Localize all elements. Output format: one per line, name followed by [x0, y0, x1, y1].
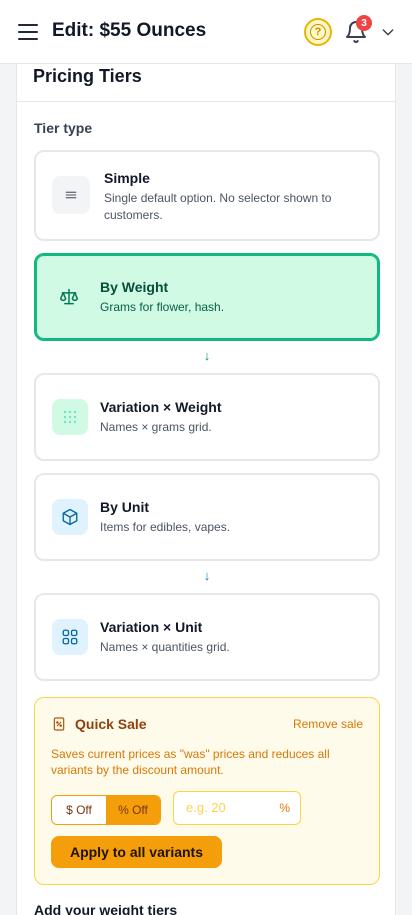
tag-document-icon	[53, 717, 65, 731]
arrow-down-icon: ↓	[203, 568, 211, 583]
tier-option-name: By Unit	[100, 499, 149, 515]
page-title: Edit: $55 Ounces	[52, 20, 207, 41]
tier-option-name: Variation × Unit	[100, 619, 203, 635]
arrow-down-icon: ↓	[203, 348, 211, 363]
weight-tiers-heading: Add your weight tiers	[34, 902, 178, 915]
question-icon: ?	[310, 24, 326, 40]
grid-squares-icon	[52, 619, 88, 655]
remove-sale-link[interactable]: Remove sale	[293, 717, 363, 731]
dollar-off-option[interactable]: $ Off	[52, 796, 106, 824]
quick-sale-description: Saves current prices as "was" prices and…	[51, 747, 330, 777]
scale-icon	[50, 278, 88, 316]
tier-option-name: Simple	[104, 170, 150, 186]
tier-option-description: Names × quantities grid.	[100, 640, 230, 654]
notification-badge: 3	[356, 15, 372, 31]
quick-sale-title: Quick Sale	[75, 716, 147, 732]
quick-sale-panel: Quick Sale Remove sale Saves current pri…	[34, 697, 380, 885]
chevron-down-icon[interactable]	[380, 24, 396, 40]
tier-option-by-unit[interactable]: By Unit Items for edibles, vapes.	[34, 473, 380, 561]
tier-option-name: By Weight	[100, 279, 169, 295]
tier-option-name: Variation × Weight	[100, 399, 222, 415]
top-bar: Edit: $55 Ounces ? 3	[0, 0, 412, 64]
tier-option-by-weight[interactable]: By Weight Grams for flower, hash.	[34, 253, 380, 341]
percent-off-option[interactable]: % Off	[106, 796, 160, 824]
menu-lines-icon	[52, 176, 90, 214]
discount-unit: %	[279, 801, 290, 815]
tier-option-description: Names × grams grid.	[100, 420, 212, 434]
hamburger-icon[interactable]	[17, 22, 39, 42]
tier-type-label: Tier type	[34, 120, 93, 136]
help-button[interactable]: ?	[304, 18, 332, 46]
apply-to-all-button[interactable]: Apply to all variants	[51, 836, 222, 868]
box-icon	[52, 499, 88, 535]
tier-option-description: Items for edibles, vapes.	[100, 520, 231, 534]
grid-dots-icon	[52, 399, 88, 435]
pricing-tiers-card: Pricing Tiers Tier type Simple Single de…	[16, 64, 396, 915]
card-title: Pricing Tiers	[33, 66, 142, 86]
tier-option-description: Single default option. No selector shown…	[104, 191, 332, 222]
discount-type-toggle: $ Off % Off	[51, 795, 161, 825]
tier-option-variation-unit[interactable]: Variation × Unit Names × quantities grid…	[34, 593, 380, 681]
card-header: Pricing Tiers	[17, 64, 395, 102]
tier-option-simple[interactable]: Simple Single default option. No selecto…	[34, 150, 380, 241]
tier-option-variation-weight[interactable]: Variation × Weight Names × grams grid.	[34, 373, 380, 461]
tier-option-description: Grams for flower, hash.	[100, 300, 225, 314]
discount-field: %	[173, 791, 301, 825]
discount-input[interactable]	[186, 800, 276, 815]
